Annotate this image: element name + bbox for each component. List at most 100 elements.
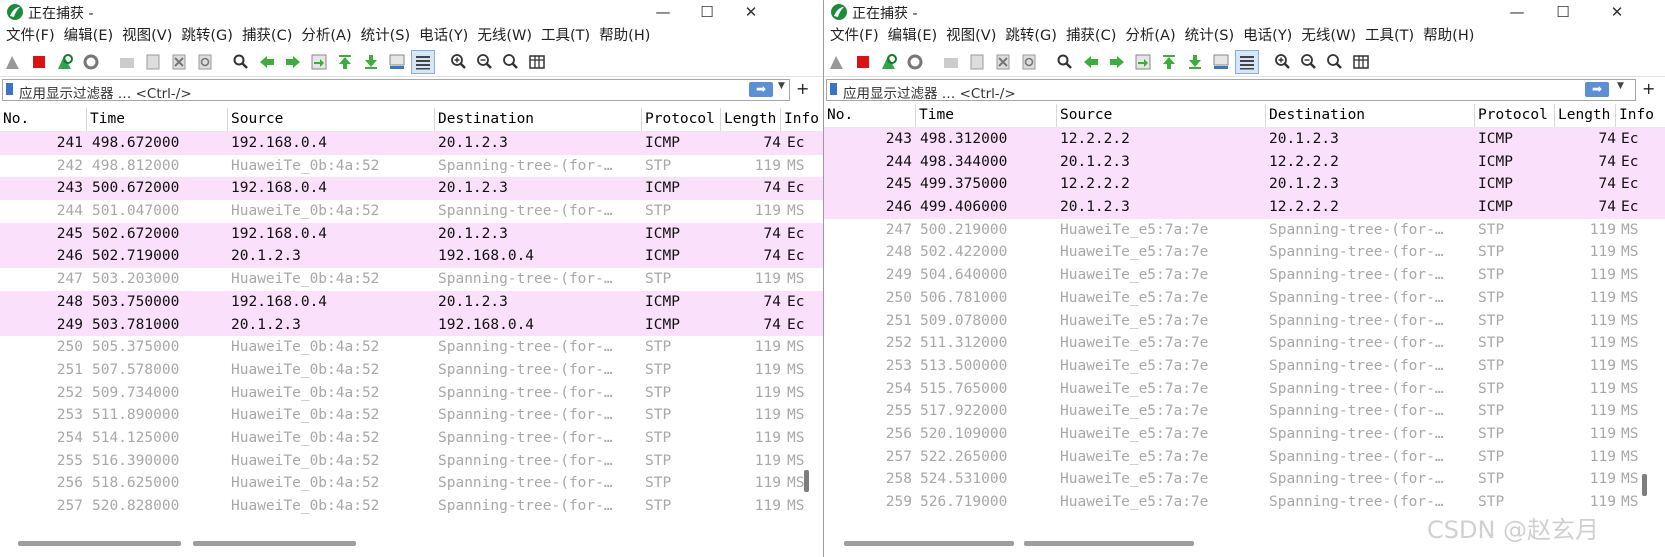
close-file-icon[interactable] [992, 51, 1014, 73]
menu-go[interactable]: 跳转(G) [179, 24, 240, 48]
packet-row[interactable]: 255 517.922000 HuaweiTe_e5:7a:7e Spanning-t… [824, 400, 1665, 423]
packet-row[interactable]: 245 499.375000 12.2.2.2 20.1.2.3 ICMP 74 Ec [824, 173, 1665, 197]
title-bar[interactable]: 正在捕获 - — ☐ ✕ [0, 0, 823, 24]
menu-file[interactable]: 文件(F) [4, 24, 62, 48]
menu-go[interactable]: 跳转(G) [1003, 24, 1064, 48]
zoom-in-icon[interactable] [1272, 51, 1294, 73]
column-header-length[interactable]: Length [721, 108, 781, 131]
packet-row[interactable]: 255 516.390000 HuaweiTe_0b:4a:52 Spanning-t… [0, 449, 823, 473]
menu-wireless[interactable]: 无线(W) [1299, 24, 1363, 48]
minimize-button[interactable]: — [1494, 0, 1540, 24]
horizontal-scrollbar[interactable] [18, 541, 181, 546]
packet-row[interactable]: 246 502.719000 20.1.2.3 192.168.0.4 ICMP 74 Ec [0, 245, 823, 269]
autoscroll-icon[interactable] [1210, 51, 1232, 73]
find-packet-icon[interactable] [230, 51, 252, 73]
go-to-packet-icon[interactable] [1132, 51, 1154, 73]
reload-file-icon[interactable] [194, 51, 216, 73]
horizontal-scrollbar[interactable] [844, 541, 1014, 546]
menu-edit[interactable]: 编辑(E) [62, 24, 120, 48]
menu-tools[interactable]: 工具(T) [1363, 24, 1421, 48]
last-packet-icon[interactable] [360, 51, 382, 73]
colorize-icon[interactable] [1235, 50, 1259, 74]
packet-row[interactable]: 252 511.312000 HuaweiTe_e5:7a:7e Spanning-t… [824, 332, 1665, 355]
packet-row[interactable]: 243 498.312000 12.2.2.2 20.1.2.3 ICMP 74 Ec [824, 128, 1665, 151]
menu-statistics[interactable]: 统计(S) [359, 24, 418, 48]
column-header-source[interactable]: Source [228, 108, 435, 131]
packet-row[interactable]: 242 498.812000 HuaweiTe_0b:4a:52 Spanning-t… [0, 154, 823, 178]
chevron-down-icon[interactable]: ▼ [1617, 81, 1624, 91]
packet-row[interactable]: 247 500.219000 HuaweiTe_e5:7a:7e Spanning-t… [824, 218, 1665, 242]
menu-capture[interactable]: 捕获(C) [1064, 24, 1123, 48]
shark-fin-start-icon[interactable] [2, 51, 24, 73]
column-header-length[interactable]: Length [1555, 104, 1616, 127]
bookmark-icon[interactable] [6, 83, 13, 95]
packet-row[interactable]: 243 500.672000 192.168.0.4 20.1.2.3 ICMP 74 Ec [0, 177, 823, 201]
menu-view[interactable]: 视图(V) [120, 24, 179, 48]
close-file-icon[interactable] [168, 51, 190, 73]
column-header-destination[interactable]: Destination [1266, 104, 1475, 127]
bookmark-icon[interactable] [830, 83, 837, 95]
apply-filter-arrow-icon[interactable]: ➡ [1585, 82, 1609, 97]
column-header-time[interactable]: Time [87, 108, 228, 131]
close-button[interactable]: ✕ [728, 0, 774, 24]
zoom-in-icon[interactable] [448, 51, 470, 73]
packet-row[interactable]: 248 502.422000 HuaweiTe_e5:7a:7e Spanning-t… [824, 241, 1665, 265]
menu-telephony[interactable]: 电话(Y) [1241, 24, 1299, 48]
packet-row[interactable]: 249 503.781000 20.1.2.3 192.168.0.4 ICMP 74 Ec [0, 313, 823, 337]
minimize-button[interactable]: — [640, 0, 686, 24]
open-file-icon[interactable] [116, 51, 138, 73]
vertical-scrollbar[interactable] [1642, 474, 1647, 496]
column-header-protocol[interactable]: Protocol [642, 108, 721, 131]
colorize-icon[interactable] [411, 50, 435, 74]
zoom-out-icon[interactable] [1298, 51, 1320, 73]
display-filter-input[interactable]: 应用显示过滤器 … <Ctrl-/> ➡ ▼ [826, 79, 1636, 102]
menu-telephony[interactable]: 电话(Y) [417, 24, 475, 48]
horizontal-scrollbar[interactable] [193, 541, 356, 546]
menu-view[interactable]: 视图(V) [944, 24, 1003, 48]
normal-size-icon[interactable] [1324, 51, 1346, 73]
maximize-button[interactable]: ☐ [1540, 0, 1586, 24]
vertical-scrollbar[interactable] [804, 470, 809, 492]
resize-columns-icon[interactable] [526, 51, 548, 73]
column-header-time[interactable]: Time [916, 104, 1057, 127]
packet-row[interactable]: 244 498.344000 20.1.2.3 12.2.2.2 ICMP 74 Ec [824, 150, 1665, 174]
go-back-icon[interactable] [256, 51, 278, 73]
menu-edit[interactable]: 编辑(E) [886, 24, 944, 48]
normal-size-icon[interactable] [500, 51, 522, 73]
find-packet-icon[interactable] [1054, 51, 1076, 73]
packet-row[interactable]: 253 513.500000 HuaweiTe_e5:7a:7e Spanning-t… [824, 354, 1665, 378]
menu-tools[interactable]: 工具(T) [539, 24, 597, 48]
menu-help[interactable]: 帮助(H) [1421, 24, 1481, 48]
packet-row[interactable]: 246 499.406000 20.1.2.3 12.2.2.2 ICMP 74 Ec [824, 196, 1665, 219]
apply-filter-arrow-icon[interactable]: ➡ [749, 82, 773, 97]
packet-row[interactable]: 258 524.531000 HuaweiTe_e5:7a:7e Spanning-t… [824, 468, 1665, 491]
packet-row[interactable]: 257 522.265000 HuaweiTe_e5:7a:7e Spanning-t… [824, 445, 1665, 469]
packet-row[interactable]: 249 504.640000 HuaweiTe_e5:7a:7e Spanning-t… [824, 264, 1665, 287]
column-header-info[interactable]: Info [1616, 104, 1665, 127]
packet-row[interactable]: 251 509.078000 HuaweiTe_e5:7a:7e Spanning-t… [824, 309, 1665, 333]
resize-columns-icon[interactable] [1350, 51, 1372, 73]
menu-capture[interactable]: 捕获(C) [240, 24, 299, 48]
menu-analyze[interactable]: 分析(A) [1123, 24, 1182, 48]
reload-file-icon[interactable] [1018, 51, 1040, 73]
menu-wireless[interactable]: 无线(W) [475, 24, 539, 48]
maximize-button[interactable]: ☐ [684, 0, 730, 24]
menu-statistics[interactable]: 统计(S) [1183, 24, 1242, 48]
last-packet-icon[interactable] [1184, 51, 1206, 73]
capture-options-icon[interactable] [904, 51, 926, 73]
go-forward-icon[interactable] [1106, 51, 1128, 73]
autoscroll-icon[interactable] [386, 51, 408, 73]
save-file-icon[interactable] [142, 51, 164, 73]
go-back-icon[interactable] [1080, 51, 1102, 73]
menu-file[interactable]: 文件(F) [828, 24, 886, 48]
packet-row[interactable]: 252 509.734000 HuaweiTe_0b:4a:52 Spanning-t… [0, 381, 823, 405]
packet-row[interactable]: 257 520.828000 HuaweiTe_0b:4a:52 Spanning-t… [0, 495, 823, 518]
column-header-info[interactable]: Info [781, 108, 823, 131]
packet-row[interactable]: 253 511.890000 HuaweiTe_0b:4a:52 Spanning-t… [0, 404, 823, 427]
go-to-packet-icon[interactable] [308, 51, 330, 73]
menu-analyze[interactable]: 分析(A) [299, 24, 358, 48]
column-header-protocol[interactable]: Protocol [1475, 104, 1555, 127]
packet-row[interactable]: 256 518.625000 HuaweiTe_0b:4a:52 Spanning-t… [0, 472, 823, 495]
shark-fin-start-icon[interactable] [826, 51, 848, 73]
display-filter-input[interactable]: 应用显示过滤器 … <Ctrl-/> ➡ ▼ [2, 79, 790, 102]
